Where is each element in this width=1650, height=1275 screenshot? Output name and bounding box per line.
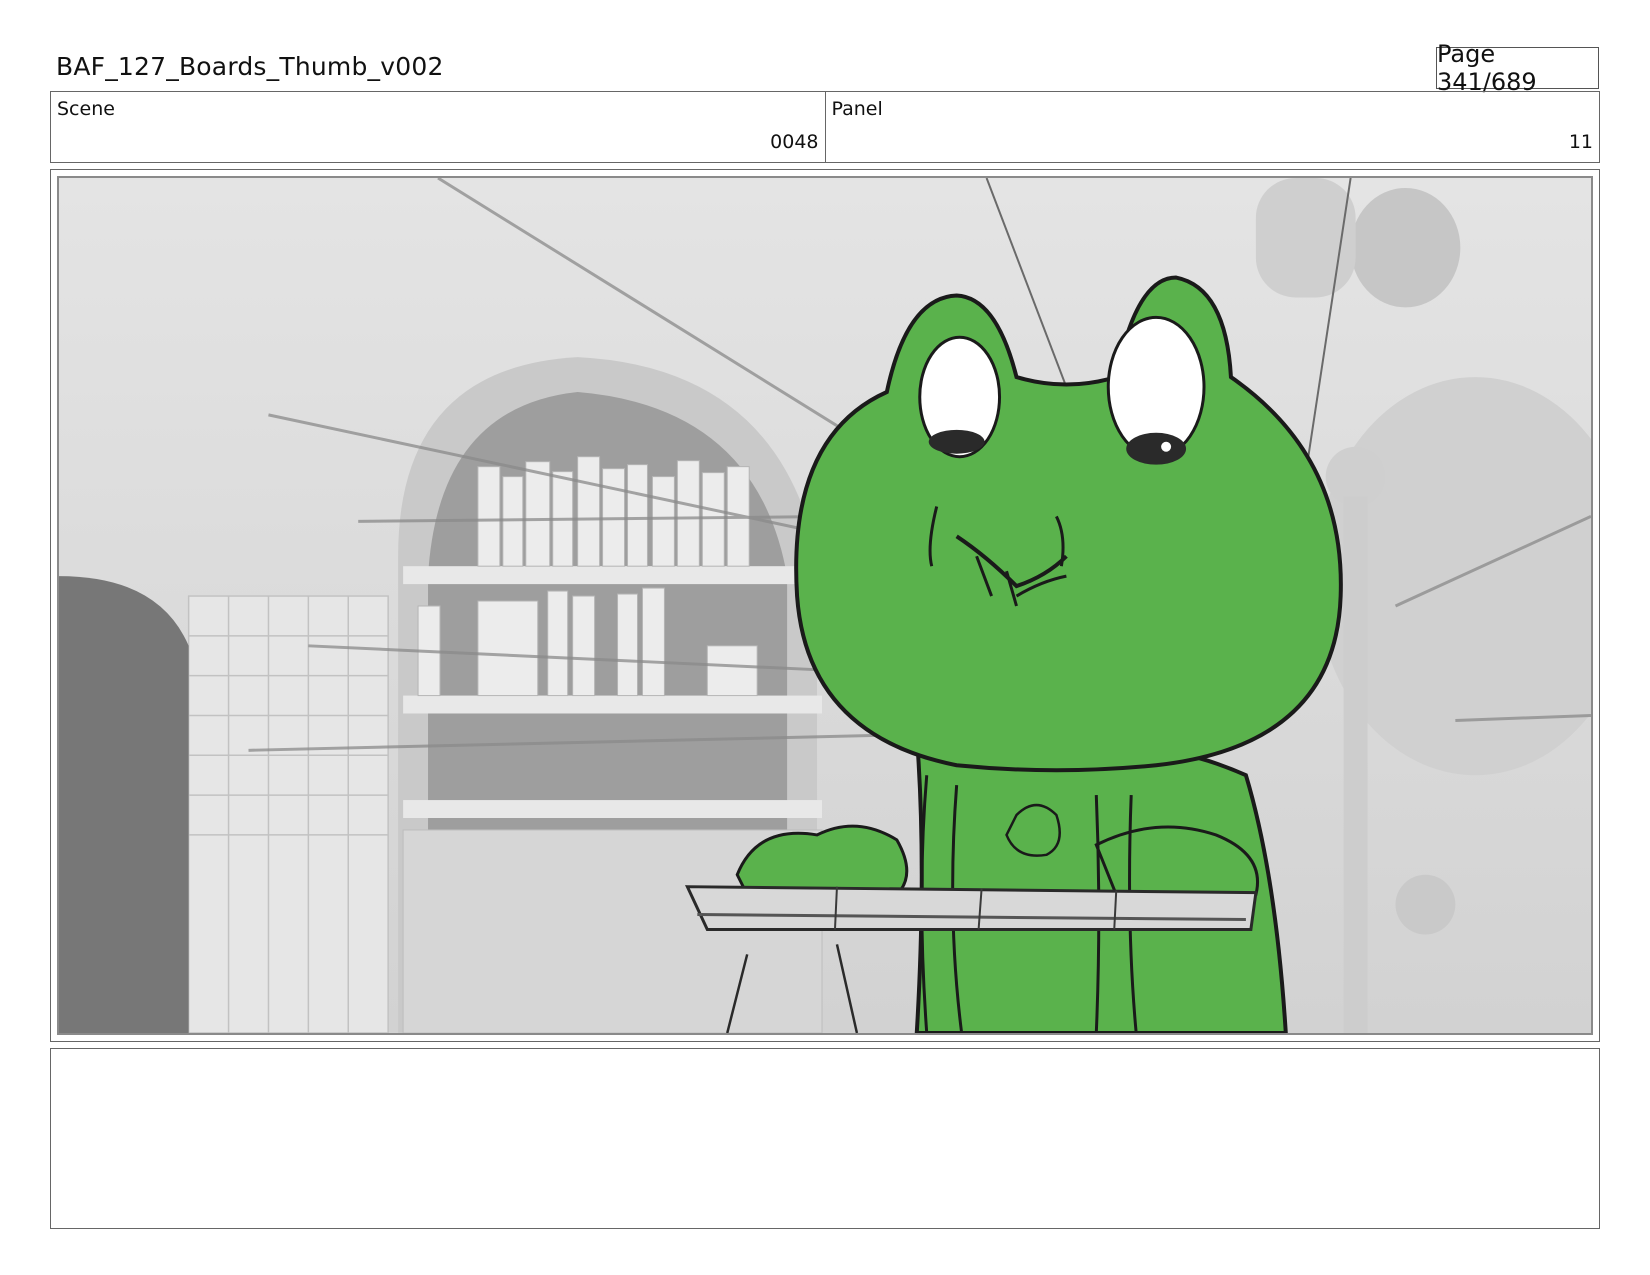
page-number: Page 341/689	[1436, 40, 1599, 96]
storyboard-panel-frame	[50, 169, 1600, 1042]
document-title: BAF_127_Boards_Thumb_v002	[56, 52, 444, 81]
panel-notes-box	[50, 1048, 1600, 1229]
frog-sketch-illustration	[59, 178, 1591, 1033]
scene-cell: Scene 0048	[51, 92, 825, 162]
panel-label: Panel	[831, 98, 883, 120]
panel-cell: Panel 11	[824, 92, 1600, 162]
panel-value: 11	[1568, 131, 1593, 153]
dark-cabinet	[59, 576, 189, 1033]
scene-panel-info-row: Scene 0048 Panel 11	[50, 91, 1600, 163]
scene-label: Scene	[57, 98, 115, 120]
scene-value: 0048	[770, 131, 819, 153]
storyboard-panel-image	[57, 176, 1593, 1035]
tiled-wall	[187, 595, 389, 1033]
